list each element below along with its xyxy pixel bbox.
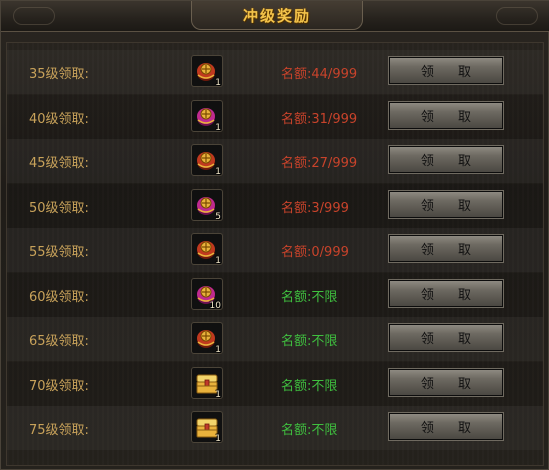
level-label: 75级领取: xyxy=(29,423,89,438)
quota-label: 名额: xyxy=(281,334,312,349)
claim-button[interactable]: 领 取 xyxy=(388,279,504,308)
reward-item-slot[interactable]: 1 xyxy=(191,411,223,444)
quota-value: 0/999 xyxy=(311,245,349,260)
reward-list: 35级领取: 1 名额:44/999 领 取 40级领取: 1 名额:31/999 领 取 45… xyxy=(6,42,544,466)
reward-item-slot[interactable]: 1 xyxy=(191,233,223,266)
item-count: 1 xyxy=(215,123,221,133)
reward-row: 45级领取: 1 名额:27/999 领 取 xyxy=(7,139,543,183)
quota-label: 名额: xyxy=(281,112,312,127)
reward-item-slot[interactable]: 1 xyxy=(191,322,223,355)
quota-label: 名额: xyxy=(281,201,312,216)
claim-button[interactable]: 领 取 xyxy=(388,145,504,174)
claim-button[interactable]: 领 取 xyxy=(388,234,504,263)
claim-button[interactable]: 领 取 xyxy=(388,101,504,130)
reward-row: 60级领取: 10 名额:不限 领 取 xyxy=(7,273,543,317)
claim-button[interactable]: 领 取 xyxy=(388,368,504,397)
claim-button[interactable]: 领 取 xyxy=(388,323,504,352)
level-label: 60级领取: xyxy=(29,290,89,305)
quota-value: 3/999 xyxy=(311,201,349,216)
level-label: 65级领取: xyxy=(29,334,89,349)
quota-value: 不限 xyxy=(311,423,338,438)
ornament-right-icon xyxy=(496,7,538,25)
window-title: 冲级奖励 xyxy=(242,6,311,25)
claim-button[interactable]: 领 取 xyxy=(388,56,504,85)
quota-value: 不限 xyxy=(311,334,338,349)
claim-button[interactable]: 领 取 xyxy=(388,190,504,219)
title-tab: 冲级奖励 xyxy=(191,1,363,30)
level-label: 70级领取: xyxy=(29,379,89,394)
quota-value: 不限 xyxy=(311,290,338,305)
level-label: 50级领取: xyxy=(29,201,89,216)
reward-item-slot[interactable]: 1 xyxy=(191,100,223,133)
quota-label: 名额: xyxy=(281,245,312,260)
quota: 名额:不限 xyxy=(281,419,337,438)
quota-value: 44/999 xyxy=(311,67,358,82)
quota: 名额:不限 xyxy=(281,330,337,349)
reward-item-slot[interactable]: 1 xyxy=(191,367,223,400)
quota: 名额:不限 xyxy=(281,375,337,394)
reward-item-slot[interactable]: 1 xyxy=(191,144,223,177)
reward-item-slot[interactable]: 1 xyxy=(191,55,223,88)
level-label: 40级领取: xyxy=(29,112,89,127)
reward-row: 50级领取: 5 名额:3/999 领 取 xyxy=(7,184,543,228)
claim-button[interactable]: 领 取 xyxy=(388,412,504,441)
reward-item-slot[interactable]: 10 xyxy=(191,278,223,311)
quota-label: 名额: xyxy=(281,379,312,394)
quota: 名额:0/999 xyxy=(281,241,349,260)
level-label: 55级领取: xyxy=(29,245,89,260)
reward-row: 65级领取: 1 名额:不限 领 取 xyxy=(7,317,543,361)
quota-label: 名额: xyxy=(281,156,312,171)
reward-row: 55级领取: 1 名额:0/999 领 取 xyxy=(7,228,543,272)
item-count: 5 xyxy=(215,212,221,222)
item-count: 1 xyxy=(215,390,221,400)
quota: 名额:31/999 xyxy=(281,108,357,127)
quota-value: 31/999 xyxy=(311,112,358,127)
quota-label: 名额: xyxy=(281,423,312,438)
quota-value: 27/999 xyxy=(311,156,358,171)
reward-row: 70级领取: 1 名额:不限 领 取 xyxy=(7,362,543,406)
item-count: 1 xyxy=(215,345,221,355)
reward-row: 75级领取: 1 名额:不限 领 取 xyxy=(7,406,543,450)
level-label: 45级领取: xyxy=(29,156,89,171)
quota: 名额:3/999 xyxy=(281,197,349,216)
quota: 名额:不限 xyxy=(281,286,337,305)
quota: 名额:44/999 xyxy=(281,63,357,82)
item-count: 1 xyxy=(215,434,221,444)
quota-value: 不限 xyxy=(311,379,338,394)
reward-row: 40级领取: 1 名额:31/999 领 取 xyxy=(7,95,543,139)
item-count: 10 xyxy=(209,301,221,311)
item-count: 1 xyxy=(215,256,221,266)
quota: 名额:27/999 xyxy=(281,152,357,171)
item-count: 1 xyxy=(215,167,221,177)
reward-panel: 冲级奖励 35级领取: 1 名额:44/999 领 取 40级领取: 1 名额:31/999… xyxy=(0,0,549,470)
level-label: 35级领取: xyxy=(29,67,89,82)
title-bar: 冲级奖励 xyxy=(1,1,549,32)
quota-label: 名额: xyxy=(281,67,312,82)
reward-row: 35级领取: 1 名额:44/999 领 取 xyxy=(7,50,543,94)
quota-label: 名额: xyxy=(281,290,312,305)
ornament-left-icon xyxy=(13,7,55,25)
reward-item-slot[interactable]: 5 xyxy=(191,189,223,222)
item-count: 1 xyxy=(215,78,221,88)
